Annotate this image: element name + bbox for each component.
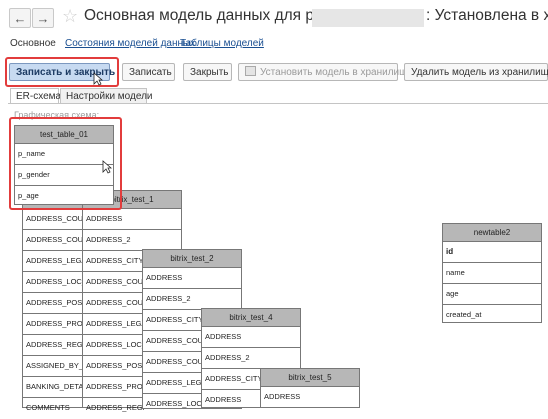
er-table-title: newtable2 — [443, 224, 541, 242]
delete-model-button[interactable]: Удалить модель из хранилища — [404, 63, 548, 81]
redacted-region — [312, 9, 424, 27]
section-model-states-link[interactable]: Состояния моделей данных — [65, 38, 195, 49]
back-button[interactable]: ← — [9, 8, 31, 28]
er-table-title: bitrix_test_4 — [202, 309, 300, 327]
tab-er-schema[interactable]: ER-схема — [10, 88, 61, 104]
table-field: ASSIGNED_BY_I — [23, 356, 83, 377]
table-field: ADDRESS_2 — [202, 348, 300, 369]
install-icon — [245, 66, 256, 76]
section-model-tables-link[interactable]: Таблицы моделей — [180, 38, 264, 49]
section-main[interactable]: Основное — [10, 38, 56, 49]
table-field: ADDRESS — [83, 209, 181, 230]
back-arrow-icon: ← — [13, 11, 27, 26]
table-field: ADDRESS — [202, 327, 300, 348]
mouse-cursor-icon — [102, 160, 112, 174]
window-title-suffix: : Установлена в хр — [426, 7, 548, 24]
mouse-cursor-icon — [93, 72, 103, 86]
er-table-newtable2[interactable]: newtable2 id name age created_at — [442, 223, 542, 323]
tab-panel-border — [8, 103, 548, 104]
table-field: created_at — [446, 310, 482, 319]
table-field: COMMENTS — [26, 403, 70, 412]
table-field: name — [443, 263, 541, 284]
table-field: ADDRESS_2 — [83, 230, 181, 251]
er-table-title: bitrix_test_2 — [143, 250, 241, 268]
favorite-star-icon[interactable]: ☆ — [62, 6, 78, 27]
table-field: ADDRESS_COUN — [23, 209, 83, 230]
table-field: BANKING_DETAI — [23, 377, 83, 398]
er-table-bitrix-test-5[interactable]: bitrix_test_5 ADDRESS — [260, 368, 360, 408]
er-table-title: bitrix_test_5 — [261, 369, 359, 387]
forward-button[interactable]: → — [32, 8, 54, 28]
save-button[interactable]: Записать — [122, 63, 175, 81]
table-field: ADDRESS_PROV — [23, 314, 83, 335]
close-button[interactable]: Закрыть — [183, 63, 232, 81]
table-field: ADDRESS_COUN — [23, 230, 83, 251]
table-field-primary-key: id — [443, 242, 541, 263]
table-field: ADDRESS_LOC_ — [23, 272, 83, 293]
er-table-partial[interactable]: ADDRESS_COUN ADDRESS_COUN ADDRESS_LEGA A… — [22, 190, 84, 412]
table-field: ADDRESS — [264, 392, 301, 401]
table-field: age — [443, 284, 541, 305]
table-field: ADDRESS_LEGA — [23, 251, 83, 272]
install-model-label: Установить модель в хранилище — [260, 67, 413, 78]
table-field: ADDRESS_2 — [143, 289, 241, 310]
tab-model-settings[interactable]: Настройки модели — [60, 88, 153, 104]
table-field: ADDRESS_REGI — [23, 335, 83, 356]
table-field: ADDRESS_POST — [23, 293, 83, 314]
table-field: ADDRESS — [143, 268, 241, 289]
install-model-button[interactable]: Установить модель в хранилище — [238, 63, 413, 81]
forward-arrow-icon: → — [36, 11, 50, 26]
